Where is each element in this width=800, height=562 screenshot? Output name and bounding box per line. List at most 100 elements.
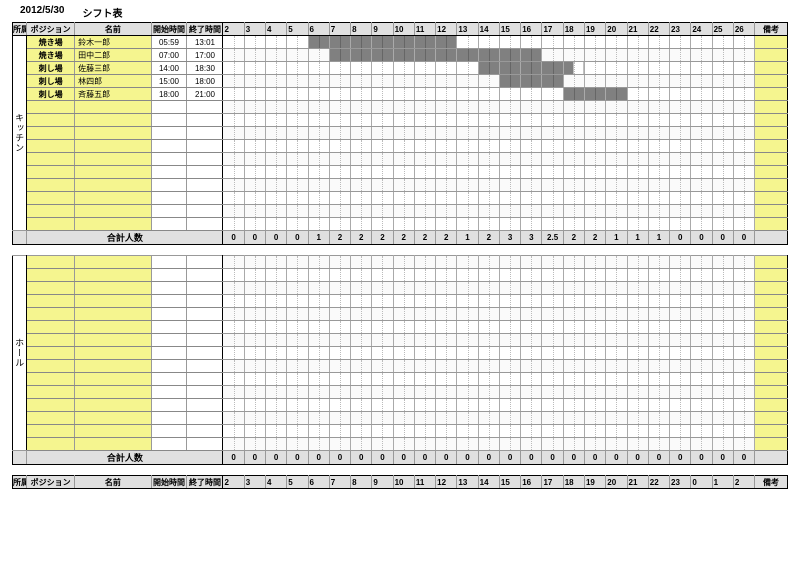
hour-cell (542, 140, 563, 153)
hour-cell (733, 179, 754, 192)
cell-position (27, 114, 75, 127)
cell-end (187, 153, 223, 166)
hour-cell (457, 140, 478, 153)
hour-cell (414, 179, 435, 192)
hour-cell (287, 49, 308, 62)
hour-cell (329, 36, 350, 49)
col-hour-20: 20 (606, 476, 627, 489)
hour-cell (478, 205, 499, 218)
hour-cell (542, 114, 563, 127)
hour-cell (521, 88, 542, 101)
col-hour-20: 20 (606, 23, 627, 36)
cell-start (151, 425, 187, 438)
hour-cell (648, 114, 669, 127)
hour-cell (606, 295, 627, 308)
hour-cell (372, 49, 393, 62)
shift-row (13, 295, 788, 308)
hour-cell (414, 425, 435, 438)
hour-cell (563, 49, 584, 62)
hour-cell (584, 360, 605, 373)
hour-cell (457, 205, 478, 218)
hour-cell (499, 205, 520, 218)
hour-cell (414, 399, 435, 412)
hour-cell (329, 75, 350, 88)
hour-cell (563, 269, 584, 282)
hour-cell (436, 75, 457, 88)
totals-cell: 0 (223, 231, 244, 245)
hour-cell (223, 127, 244, 140)
hour-cell (563, 140, 584, 153)
hour-cell (563, 192, 584, 205)
hour-cell (393, 75, 414, 88)
hour-cell (606, 438, 627, 451)
hour-cell (606, 425, 627, 438)
hour-cell (733, 205, 754, 218)
hour-cell (478, 127, 499, 140)
hour-cell (223, 88, 244, 101)
totals-cell: 0 (244, 451, 265, 465)
totals-cell: 3 (499, 231, 520, 245)
totals-cell: 0 (521, 451, 542, 465)
hour-cell (712, 49, 733, 62)
hour-cell (691, 49, 712, 62)
hour-cell (266, 386, 287, 399)
hour-cell (393, 166, 414, 179)
hour-cell (670, 88, 691, 101)
hour-cell (648, 438, 669, 451)
hour-cell (372, 360, 393, 373)
totals-cell: 0 (223, 451, 244, 465)
hour-cell (244, 49, 265, 62)
hour-cell (584, 36, 605, 49)
hour-cell (733, 256, 754, 269)
cell-remark (755, 179, 788, 192)
hour-cell (329, 308, 350, 321)
hour-cell (308, 36, 329, 49)
hour-cell (563, 101, 584, 114)
hour-cell (521, 282, 542, 295)
hour-cell (478, 373, 499, 386)
hour-cell (648, 412, 669, 425)
hour-cell (563, 399, 584, 412)
hour-cell (308, 218, 329, 231)
hour-cell (478, 347, 499, 360)
hour-cell (436, 321, 457, 334)
hour-cell (287, 438, 308, 451)
hour-cell (627, 334, 648, 347)
cell-end (187, 140, 223, 153)
hour-cell (393, 256, 414, 269)
cell-remark (755, 438, 788, 451)
hour-cell (606, 269, 627, 282)
hour-cell (648, 386, 669, 399)
hour-cell (372, 153, 393, 166)
hour-cell (606, 88, 627, 101)
hour-cell (627, 179, 648, 192)
hour-cell (627, 295, 648, 308)
hour-cell (691, 399, 712, 412)
hour-cell (691, 269, 712, 282)
hour-cell (499, 334, 520, 347)
shift-row (13, 218, 788, 231)
totals-cell: 0 (670, 451, 691, 465)
hour-cell (223, 360, 244, 373)
hour-cell (372, 140, 393, 153)
hour-cell (606, 399, 627, 412)
hour-cell (733, 399, 754, 412)
hour-cell (584, 412, 605, 425)
hour-cell (606, 412, 627, 425)
hour-cell (521, 140, 542, 153)
hour-cell (478, 88, 499, 101)
cell-name (75, 295, 151, 308)
hour-cell (393, 114, 414, 127)
cell-remark (755, 334, 788, 347)
hour-cell (244, 386, 265, 399)
hour-cell (244, 321, 265, 334)
hour-cell (712, 282, 733, 295)
hour-cell (457, 347, 478, 360)
cell-name (75, 256, 151, 269)
hour-cell (648, 334, 669, 347)
hour-cell (521, 347, 542, 360)
cell-start (151, 282, 187, 295)
hour-cell (521, 36, 542, 49)
hour-cell (563, 256, 584, 269)
hour-cell (351, 360, 372, 373)
